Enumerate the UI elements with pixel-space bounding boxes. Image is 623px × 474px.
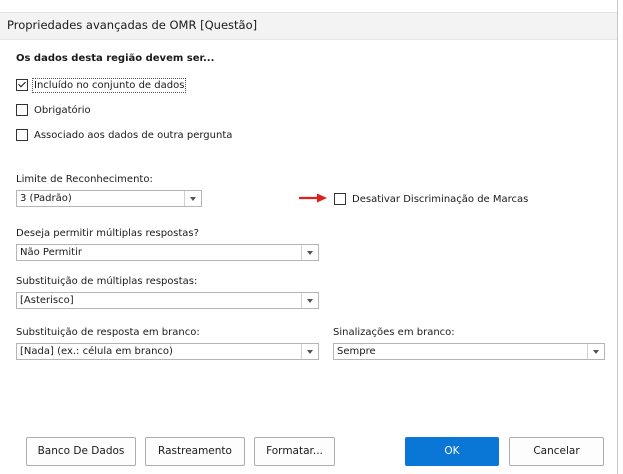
chevron-down-icon[interactable] bbox=[184, 191, 201, 206]
recognition-limit-label: Limite de Reconhecimento: bbox=[16, 174, 153, 185]
multiple-responses-select[interactable]: Não Permitir bbox=[16, 244, 319, 261]
chevron-down-icon[interactable] bbox=[587, 344, 604, 359]
blank-flags-select[interactable]: Sempre bbox=[333, 343, 605, 360]
window-title: Propriedades avançadas de OMR [Questão] bbox=[7, 18, 258, 32]
checkbox-icon[interactable] bbox=[16, 129, 28, 141]
checkbox-icon[interactable] bbox=[16, 104, 28, 116]
multiple-substitution-label: Substituição de múltiplas respostas: bbox=[16, 276, 198, 287]
format-button[interactable]: Formatar... bbox=[254, 437, 335, 466]
disable-mark-discrimination-label: Desativar Discriminação de Marcas bbox=[352, 193, 529, 205]
multiple-substitution-value: [Asterisco] bbox=[20, 295, 74, 306]
chevron-down-icon[interactable] bbox=[301, 245, 318, 260]
red-arrow-icon bbox=[299, 193, 327, 203]
dialog-window: Propriedades avançadas de OMR [Questão] … bbox=[0, 0, 618, 474]
multiple-substitution-select[interactable]: [Asterisco] bbox=[16, 292, 319, 309]
tracking-button[interactable]: Rastreamento bbox=[145, 437, 245, 466]
disable-mark-discrimination-checkbox[interactable]: Desativar Discriminação de Marcas bbox=[334, 193, 528, 205]
blank-substitution-label: Substituição de resposta em branco: bbox=[16, 327, 200, 338]
section-heading: Os dados desta região devem ser... bbox=[16, 53, 215, 64]
database-button[interactable]: Banco De Dados bbox=[26, 437, 136, 466]
checkbox-icon[interactable] bbox=[334, 193, 346, 205]
cancel-button[interactable]: Cancelar bbox=[509, 437, 604, 466]
title-bar: Propriedades avançadas de OMR [Questão] bbox=[0, 12, 617, 40]
multiple-responses-value: Não Permitir bbox=[20, 247, 82, 258]
included-in-dataset-label: Incluído no conjunto de dados bbox=[31, 77, 187, 93]
associated-label: Associado aos dados de outra pergunta bbox=[34, 129, 233, 141]
recognition-limit-select[interactable]: 3 (Padrão) bbox=[16, 190, 202, 207]
required-label: Obrigatório bbox=[34, 104, 91, 116]
blank-flags-label: Sinalizações em branco: bbox=[333, 327, 455, 338]
chevron-down-icon[interactable] bbox=[301, 293, 318, 308]
recognition-limit-value: 3 (Padrão) bbox=[20, 193, 72, 204]
required-checkbox[interactable]: Obrigatório bbox=[16, 104, 91, 116]
multiple-responses-label: Deseja permitir múltiplas respostas? bbox=[16, 228, 199, 239]
ok-button[interactable]: OK bbox=[405, 437, 499, 466]
associated-checkbox[interactable]: Associado aos dados de outra pergunta bbox=[16, 129, 232, 141]
blank-substitution-value: [Nada] (ex.: célula em branco) bbox=[20, 346, 173, 357]
blank-flags-value: Sempre bbox=[337, 346, 376, 357]
included-in-dataset-checkbox[interactable]: Incluído no conjunto de dados bbox=[16, 77, 187, 93]
checkbox-checked-icon[interactable] bbox=[16, 79, 28, 91]
blank-substitution-select[interactable]: [Nada] (ex.: célula em branco) bbox=[16, 343, 319, 360]
chevron-down-icon[interactable] bbox=[301, 344, 318, 359]
